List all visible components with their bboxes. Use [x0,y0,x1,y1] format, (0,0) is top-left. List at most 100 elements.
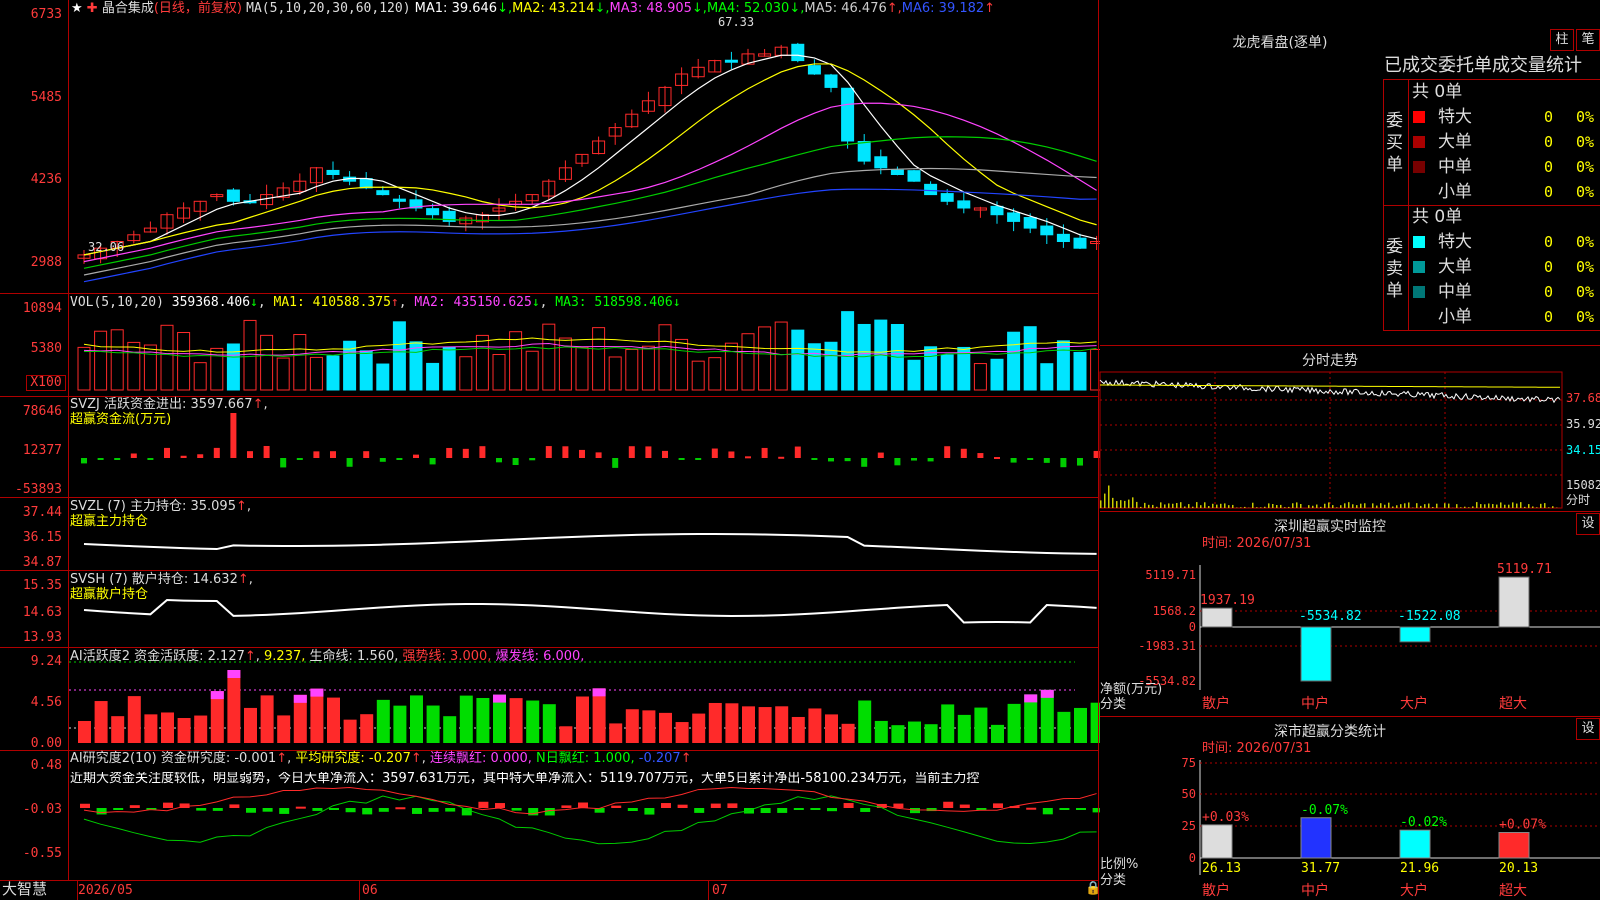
favorite-icon[interactable]: ✚ [87,1,98,16]
star-icon[interactable]: ★ [71,1,83,16]
volume-bar [1007,331,1021,391]
intraday-volume-bar [1212,503,1214,508]
intraday-volume-bar [1516,503,1518,508]
activity-bar [725,703,739,743]
intraday-volume-bar [1488,503,1490,508]
panel-sep [0,570,1099,571]
sz-monitor-settings-button[interactable]: 设 [1576,513,1600,535]
fund-flow-bar [81,458,87,464]
divider [1100,345,1600,346]
candle-body [807,65,821,75]
divider [1383,79,1384,331]
research-bar [445,808,456,812]
candle-body [1023,217,1037,229]
order-size-label: 中单 [1438,157,1472,177]
fund-flow-bar [844,458,851,462]
intraday-volume-bar [1280,504,1282,508]
pen-mode-button[interactable]: 笔 [1576,29,1600,51]
activity-bar [194,715,208,743]
volume-bar [160,324,174,391]
intraday-volume-bar [1148,504,1150,508]
research-bar [345,808,356,813]
candle-body [841,87,855,142]
fund-flow-bar [1060,458,1067,468]
lock-icon[interactable]: 🔒 [1085,882,1101,896]
volume-bar [625,349,639,391]
fund-flow-bar [645,446,652,458]
candle-body [326,169,340,175]
fund-flow-bar [579,449,585,458]
research-bar [295,806,306,809]
intraday-frame [1099,371,1563,509]
candle-body [1073,237,1087,249]
net-amount-label: 1937.19 [1200,593,1255,608]
intraday-volume-bar [1120,500,1122,508]
volume-bar [758,326,772,391]
fund-flow-bar [446,447,453,458]
research-bar [810,808,821,810]
ma-value-6: MA6: 39.182 [901,1,985,16]
activity-bar [791,716,805,743]
intraday-volume-bar [1232,504,1234,508]
price-axis-label: 4236 [30,172,62,187]
intraday-volume-bar [1484,504,1486,508]
intraday-volume-bar [1268,503,1270,508]
fund-flow-bar [745,456,751,459]
intraday-volume-bar [1228,505,1230,508]
candle-body [376,190,390,196]
ma-line [83,54,1097,256]
vol-unit-button[interactable]: X100 [26,375,66,391]
ma-value-4: MA4: 52.030 [706,1,790,16]
activity-bar [459,695,473,743]
intraday-volume-bar [1412,507,1414,508]
research-bar [694,808,705,813]
research-bar [760,808,771,814]
intraday-volume-bar [1292,503,1294,508]
intraday-volume-bar [1340,505,1342,508]
activity-bar [360,714,374,743]
volume-bar [77,346,91,391]
svsh-axis-label: 14.63 [22,605,62,620]
intraday-volume-bar [1432,506,1434,508]
order-qty: 0 [1544,233,1554,251]
intraday-volume-bar [1168,503,1170,508]
volume-bar [575,346,589,391]
order-size-label: 特大 [1438,107,1472,127]
volume-bar [243,319,257,391]
activity-peak [493,694,506,703]
candle-body [1007,212,1021,222]
activity-peak [210,691,224,700]
volume-bar [492,354,506,391]
svzl-axis-label: 34.87 [22,555,62,570]
activity-bar [1007,703,1021,743]
category-label: 超大 [1499,696,1527,712]
intraday-volume-bar [1124,500,1126,508]
fund-flow-bar [213,447,220,458]
svzl-axis-label: 37.44 [22,505,62,520]
activity-bar [841,723,855,743]
svzl-header: SVZL (7) 主力持仓: 35.095↑, [70,499,252,514]
activity-bar [111,716,125,743]
intraday-volume-bar [1372,503,1374,508]
volume-bar [177,332,191,391]
ma-line [83,63,1097,256]
class-axis-label: 75 [1182,756,1196,770]
volume-bar [110,329,124,391]
bar-mode-button[interactable]: 柱 [1550,29,1574,51]
stock-header: ★ ✚ 晶合集成(日线，前复权) MA(5,10,20,30,60,120) M… [71,2,995,16]
activity-peak [293,694,307,703]
monitor-axis-label: -1983.31 [1138,639,1196,653]
ma-value-2: MA2: 43.214 [512,1,595,16]
sz-class-settings-button[interactable]: 设 [1576,718,1600,740]
research-bar [129,805,140,808]
order-qty: 0 [1544,258,1554,276]
sz-monitor-time: 时间: 2026/07/31 [1202,536,1312,551]
fund-flow-bar [562,446,569,458]
intraday-volume-bar [1344,503,1346,508]
research-bar [495,803,505,808]
intraday-volume-bar [1544,503,1546,508]
research-bar [229,804,240,808]
high-price-mark: 67.33 [718,15,755,29]
ai2-axis-label: 0.48 [30,758,62,773]
volume-bar [94,330,108,391]
